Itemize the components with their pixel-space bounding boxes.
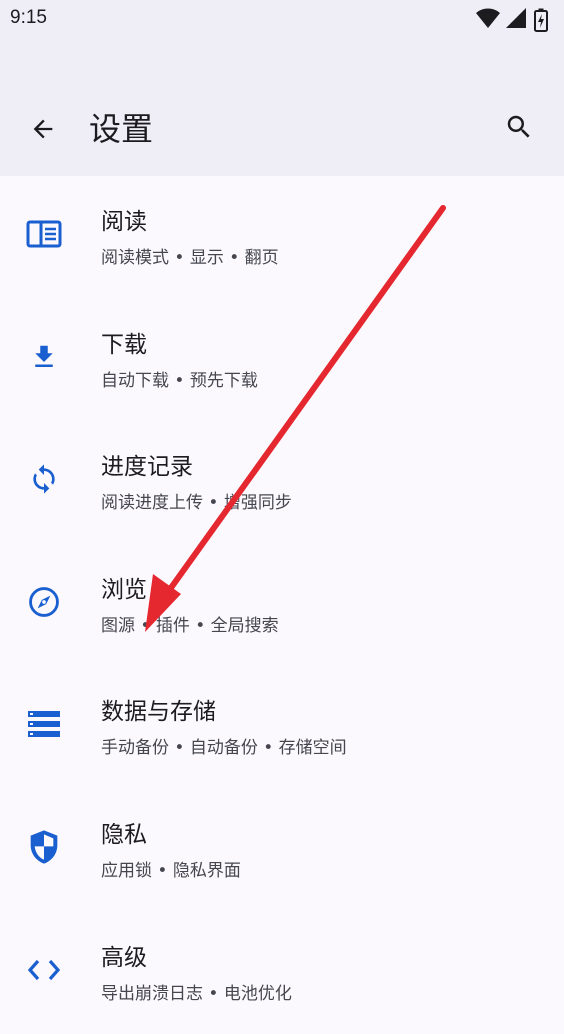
shield-icon xyxy=(24,827,64,867)
status-bar: 9:15 xyxy=(0,0,564,38)
settings-item-subtitle: 自动下载 • 预先下载 xyxy=(101,370,258,391)
settings-item-subtitle: 阅读模式 • 显示 • 翻页 xyxy=(101,248,279,268)
settings-item-title: 下载 xyxy=(101,331,147,358)
battery-charging-icon xyxy=(534,8,548,32)
back-button[interactable] xyxy=(20,106,66,152)
storage-icon xyxy=(24,704,64,744)
settings-item-title: 阅读 xyxy=(101,209,147,235)
settings-item-subtitle: 阅读进度上传 • 增强同步 xyxy=(101,493,292,514)
signal-icon xyxy=(506,8,526,28)
sync-icon xyxy=(24,459,64,499)
settings-item-subtitle: 手动备份 • 自动备份 • 存储空间 xyxy=(101,738,347,759)
download-icon xyxy=(24,337,64,377)
page-title: 设置 xyxy=(89,110,154,148)
wifi-icon xyxy=(476,8,500,28)
search-icon xyxy=(507,115,530,138)
status-time: 9:15 xyxy=(10,7,47,28)
settings-item-subtitle: 图源 • 插件 • 全局搜索 xyxy=(101,615,279,636)
search-button[interactable] xyxy=(496,104,542,150)
settings-list: 阅读 阅读模式 • 显示 • 翻页 下载 自动下载 • 预先下载 进度记录 阅读… xyxy=(0,176,564,1034)
settings-item-title: 进度记录 xyxy=(101,454,193,481)
settings-item-title: 高级 xyxy=(101,944,147,971)
settings-item-data-storage[interactable]: 数据与存储 手动备份 • 自动备份 • 存储空间 xyxy=(0,666,564,789)
settings-item-privacy[interactable]: 隐私 应用锁 • 隐私界面 xyxy=(0,789,564,912)
settings-item-reading[interactable]: 阅读 阅读模式 • 显示 • 翻页 xyxy=(0,176,564,299)
arrow-back-icon xyxy=(33,119,53,139)
settings-item-title: 数据与存储 xyxy=(101,699,216,726)
settings-item-progress-sync[interactable]: 进度记录 阅读进度上传 • 增强同步 xyxy=(0,421,564,544)
settings-item-advanced[interactable]: 高级 导出崩溃日志 • 电池优化 xyxy=(0,912,564,1034)
settings-item-title: 隐私 xyxy=(101,821,147,848)
top-app-bar: 设置 xyxy=(0,38,564,176)
settings-item-download[interactable]: 下载 自动下载 • 预先下载 xyxy=(0,299,564,422)
settings-item-subtitle: 应用锁 • 隐私界面 xyxy=(101,860,241,881)
settings-item-title: 浏览 xyxy=(101,576,147,603)
settings-item-subtitle: 导出崩溃日志 • 电池优化 xyxy=(101,983,292,1004)
book-reader-icon xyxy=(24,214,64,254)
code-icon xyxy=(24,950,64,990)
settings-item-browse[interactable]: 浏览 图源 • 插件 • 全局搜索 xyxy=(0,544,564,667)
compass-icon xyxy=(24,582,64,622)
